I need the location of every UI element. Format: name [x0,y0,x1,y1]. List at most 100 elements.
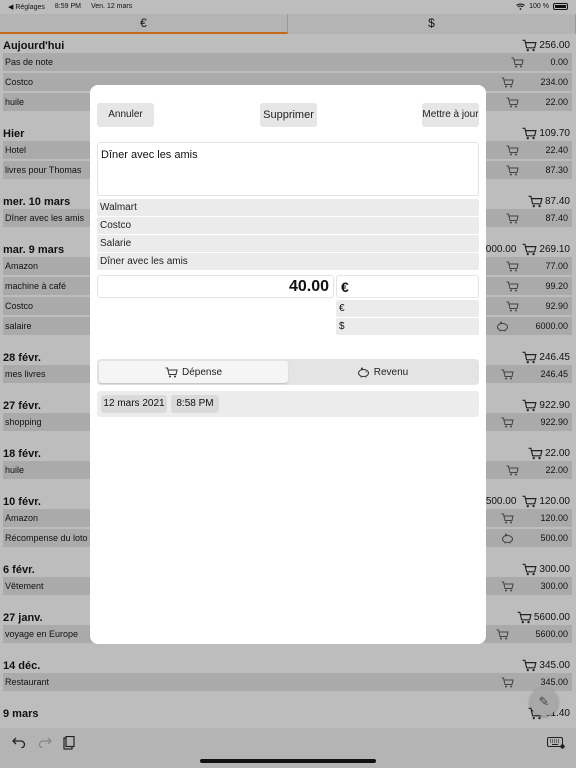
day-header: 9 mars 91.40 [0,702,576,720]
segment-income-label: Revenu [373,366,409,378]
battery-icon [553,3,568,10]
day-total: 922.90 [539,400,570,411]
segment-expense-label: Dépense [181,366,223,378]
suggestion-item[interactable]: Salarie [97,235,479,252]
currency-option-euro[interactable]: € [336,300,479,317]
suggestion-list: Walmart Costco Salarie Dîner avec les am… [97,199,479,271]
cart-icon [506,97,520,108]
pencil-icon: ✎ [538,694,550,709]
transaction-amount: 22.00 [545,97,568,107]
keyboard-icon[interactable] [547,737,565,749]
transaction-amount: 246.45 [540,369,568,379]
type-segmented-control: Dépense Revenu [97,359,479,385]
wifi-icon [516,3,525,10]
cart-icon [506,301,520,312]
day-title: 9 mars [3,708,39,720]
transaction-amount: 99.20 [545,281,568,291]
cart-icon [506,165,520,176]
cart-icon [501,369,515,380]
cancel-button[interactable]: Annuler [97,103,154,127]
transaction-amount: 345.00 [540,677,568,687]
transaction-amount: 0.00 [550,57,568,67]
cart-icon [522,351,537,364]
day-title: 27 févr. [3,400,41,412]
transaction-label: huile [5,465,25,475]
time-picker[interactable]: 8:58 PM [171,395,219,413]
piggy-bank-icon [357,366,370,378]
transaction-row[interactable]: Pas de note 0.00 [3,53,572,71]
day-income-total: 500.00 [485,496,517,507]
transaction-label: Restaurant [5,677,50,687]
cart-icon [528,195,543,208]
currency-options: € $ [336,300,479,336]
piggy-bank-icon [496,320,509,332]
transaction-amount: 234.00 [540,77,568,87]
day-total: 87.40 [544,196,570,207]
day-title: Hier [3,128,25,140]
transaction-label: shopping [5,417,42,427]
transaction-amount: 120.00 [540,513,568,523]
transaction-label: Costco [5,77,34,87]
cart-icon [501,77,515,88]
transaction-label: Récompense du loto [5,533,88,543]
transaction-amount: 6000.00 [535,321,568,331]
day-header: 14 déc. 345.00 [0,654,576,672]
day-total: 345.00 [539,660,570,671]
transaction-label: Costco [5,301,34,311]
date-picker[interactable]: 12 mars 2021 [101,395,167,413]
transaction-label: Amazon [5,261,39,271]
status-date: Ven. 12 mars [90,3,133,10]
cart-icon [522,563,537,576]
suggestion-item[interactable]: Walmart [97,199,479,216]
transaction-label: machine à café [5,281,67,291]
transaction-label: salaire [5,321,32,331]
delete-button[interactable]: Supprimer [260,103,317,127]
cart-icon [522,399,537,412]
transaction-label: livres pour Thomas [5,165,82,175]
day-title: 14 déc. [3,660,41,672]
transaction-amount: 77.00 [545,261,568,271]
day-total: 246.45 [539,352,570,363]
redo-icon[interactable] [38,736,52,748]
edit-pencil-button[interactable]: ✎ [530,688,558,716]
update-button[interactable]: Mettre à jour [422,103,479,127]
segment-income[interactable]: Revenu [288,361,477,383]
cart-icon [496,629,510,640]
transaction-label: Pas de note [5,57,54,67]
description-field[interactable]: Dîner avec les amis [97,142,479,196]
piggy-bank-icon [501,532,514,544]
amount-field[interactable]: 40.00 [97,275,334,298]
cart-icon [506,145,520,156]
paste-icon[interactable] [63,736,75,750]
currency-field[interactable]: € [336,275,479,298]
suggestion-item[interactable]: Costco [97,217,479,234]
status-time: 8:59 PM [54,3,81,10]
cart-icon [522,127,537,140]
cart-icon [522,39,537,52]
currency-option-dollar[interactable]: $ [336,318,479,335]
day-title: 6 févr. [3,564,35,576]
status-bar: ◀ Réglages 8:59 PM Ven. 12 mars 100 % [0,0,576,14]
day-total: 120.00 [539,496,570,507]
cart-icon [506,213,520,224]
tab-dollar[interactable]: $ [288,14,576,34]
day-title: 18 févr. [3,448,41,460]
cart-icon [522,659,537,672]
day-title: Aujourd'hui [3,40,65,52]
transaction-row[interactable]: Restaurant 345.00 [3,673,572,691]
cart-icon [501,677,515,688]
day-total: 5600.00 [533,612,570,623]
cart-icon [506,465,520,476]
tab-euro[interactable]: € [0,14,288,34]
edit-transaction-dialog: Annuler Supprimer Mettre à jour Dîner av… [90,85,486,644]
undo-icon[interactable] [12,736,26,748]
day-total: 300.00 [539,564,570,575]
cart-icon [517,611,532,624]
transaction-label: voyage en Europe [5,629,79,639]
transaction-label: mes livres [5,369,46,379]
transaction-amount: 22.00 [545,465,568,475]
back-to-settings-link[interactable]: ◀ Réglages [8,3,45,11]
suggestion-item[interactable]: Dîner avec les amis [97,253,479,270]
transaction-amount: 87.30 [545,165,568,175]
segment-expense[interactable]: Dépense [99,361,288,383]
